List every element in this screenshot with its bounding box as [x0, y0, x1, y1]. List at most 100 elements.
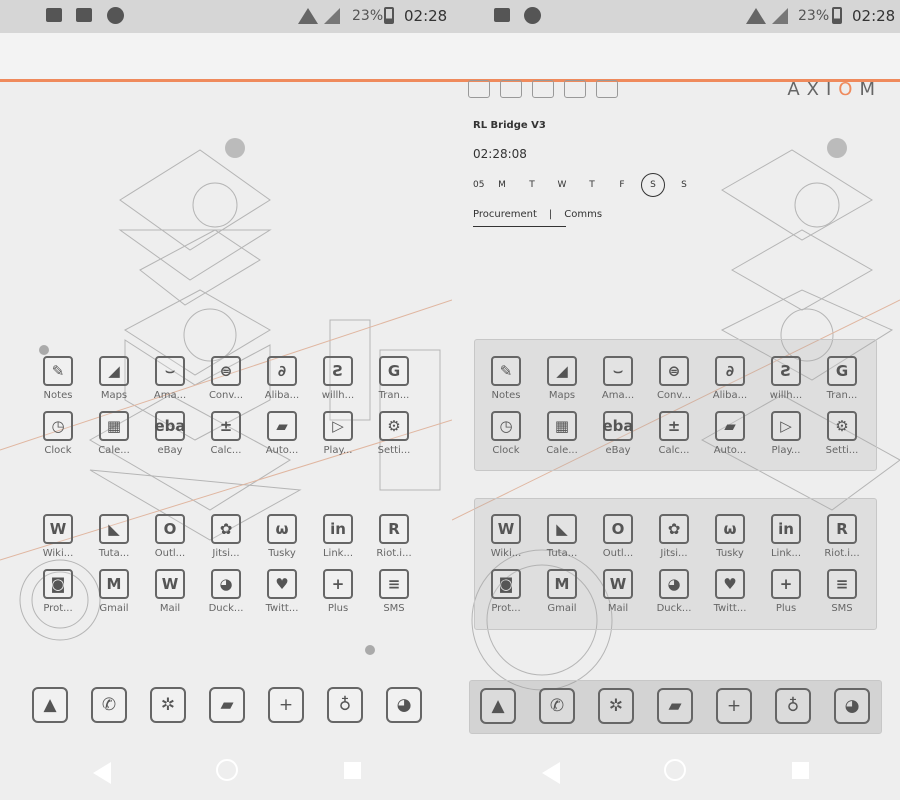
gallery-icon[interactable]: ▲: [480, 688, 516, 724]
status-bar: 23% 02:28: [0, 0, 452, 33]
app-shortcut[interactable]: ✎ Notes: [478, 356, 534, 401]
app-shortcut[interactable]: ✎ Notes: [30, 356, 86, 401]
app-label: Play...: [771, 445, 801, 456]
duckduckgo-icon[interactable]: ◕: [834, 688, 870, 724]
app-shortcut[interactable]: ◙ Prot...: [478, 569, 534, 614]
app-shortcut[interactable]: M Gmail: [534, 569, 590, 614]
app-shortcut[interactable]: ⊜ Conv...: [646, 356, 702, 401]
app-shortcut[interactable]: ω Tusky: [254, 514, 310, 559]
weekday-5[interactable]: S: [641, 173, 665, 197]
back-button[interactable]: [542, 762, 560, 784]
recents-button[interactable]: [344, 762, 361, 779]
weekday-4[interactable]: F: [607, 180, 637, 190]
app-label: Tran...: [378, 390, 410, 401]
app-shortcut[interactable]: ∂ Aliba...: [702, 356, 758, 401]
app-shortcut[interactable]: ± Calc...: [646, 411, 702, 456]
app-shortcut[interactable]: + Plus: [758, 569, 814, 614]
gallery-icon[interactable]: ▲: [32, 687, 68, 723]
weekday-2[interactable]: W: [547, 180, 577, 190]
app-shortcut[interactable]: G Tran...: [366, 356, 422, 401]
recents-button[interactable]: [792, 762, 809, 779]
app-shortcut[interactable]: ◕ Duck...: [646, 569, 702, 614]
app-label: Riot.i...: [824, 548, 860, 559]
app-shortcut[interactable]: eba eBay: [590, 411, 646, 456]
app-shortcut[interactable]: ◣ Tuta...: [86, 514, 142, 559]
home-button[interactable]: [664, 759, 686, 781]
link-comms[interactable]: Comms: [564, 209, 602, 220]
gallery-notification-icon: [76, 8, 92, 22]
app-shortcut[interactable]: M Gmail: [86, 569, 142, 614]
camera-icon: [596, 80, 618, 98]
link-procurement[interactable]: Procurement: [473, 209, 537, 220]
app-shortcut[interactable]: ◙ Prot...: [30, 569, 86, 614]
app-shortcut[interactable]: ± Calc...: [198, 411, 254, 456]
app-shortcut[interactable]: ✿ Jitsi...: [646, 514, 702, 559]
app-shortcut[interactable]: ▦ Cale...: [534, 411, 590, 456]
home-button[interactable]: [216, 759, 238, 781]
app-shortcut[interactable]: ♥ Twitt...: [702, 569, 758, 614]
phone-icon[interactable]: ✆: [539, 688, 575, 724]
app-label: Calc...: [658, 445, 690, 456]
app-shortcut[interactable]: ≡ SMS: [366, 569, 422, 614]
app-shortcut[interactable]: O Outl...: [590, 514, 646, 559]
app-shortcut[interactable]: ◣ Tuta...: [534, 514, 590, 559]
app-shortcut[interactable]: ⚙ Setti...: [366, 411, 422, 456]
microphone-icon[interactable]: ♁: [775, 688, 811, 724]
back-button[interactable]: [93, 762, 111, 784]
app-shortcut[interactable]: ⊜ Conv...: [198, 356, 254, 401]
app-shortcut[interactable]: W Mail: [142, 569, 198, 614]
widget-clock: 02:28:08: [473, 147, 527, 161]
app-shortcut[interactable]: ▰ Auto...: [702, 411, 758, 456]
weekday-3[interactable]: T: [577, 180, 607, 190]
app-shortcut[interactable]: Ƨwillh...: [758, 356, 814, 401]
app-shortcut[interactable]: ⚙ Setti...: [814, 411, 870, 456]
widget-underline: [473, 226, 566, 227]
app-shortcut[interactable]: ω Tusky: [702, 514, 758, 559]
weekday-0[interactable]: M: [487, 180, 517, 190]
app-shortcut[interactable]: ⌣ Ama...: [590, 356, 646, 401]
weekday-1[interactable]: T: [517, 180, 547, 190]
app-shortcut[interactable]: ⌣ Ama...: [142, 356, 198, 401]
files-icon[interactable]: ▰: [657, 688, 693, 724]
app-shortcut[interactable]: ♥ Twitt...: [254, 569, 310, 614]
app-shortcut[interactable]: R Riot.i...: [814, 514, 870, 559]
signal-icon[interactable]: +: [716, 688, 752, 724]
app-shortcut[interactable]: ◢ Maps: [534, 356, 590, 401]
app-shortcut[interactable]: W Wiki...: [30, 514, 86, 559]
app-shortcut[interactable]: ≡ SMS: [814, 569, 870, 614]
app-shortcut[interactable]: ✿ Jitsi...: [198, 514, 254, 559]
microphone-icon[interactable]: ♁: [327, 687, 363, 723]
app-label: Wiki...: [490, 548, 522, 559]
app-shortcut[interactable]: + Plus: [310, 569, 366, 614]
app-shortcut[interactable]: ▰ Auto...: [254, 411, 310, 456]
weekday-6[interactable]: S: [669, 180, 699, 190]
app-shortcut[interactable]: R Riot.i...: [366, 514, 422, 559]
plus-messenger-icon: +: [323, 569, 353, 599]
phone-notification-icon: [524, 7, 541, 24]
network-icon[interactable]: ✲: [598, 688, 634, 724]
app-shortcut[interactable]: ◷ Clock: [30, 411, 86, 456]
app-shortcut[interactable]: G Tran...: [814, 356, 870, 401]
signal-icon[interactable]: +: [268, 687, 304, 723]
duckduckgo-icon[interactable]: ◕: [386, 687, 422, 723]
app-shortcut[interactable]: ▷ Play...: [310, 411, 366, 456]
app-shortcut[interactable]: ◷ Clock: [478, 411, 534, 456]
app-shortcut[interactable]: ▷ Play...: [758, 411, 814, 456]
network-icon[interactable]: ✲: [150, 687, 186, 723]
app-shortcut[interactable]: eba eBay: [142, 411, 198, 456]
calendar-icon: ▦: [99, 411, 129, 441]
app-shortcut[interactable]: in Link...: [758, 514, 814, 559]
top-search-bar[interactable]: [0, 33, 452, 82]
app-shortcut[interactable]: in Link...: [310, 514, 366, 559]
app-shortcut[interactable]: Ƨwillh...: [310, 356, 366, 401]
files-icon[interactable]: ▰: [209, 687, 245, 723]
app-shortcut[interactable]: ◕ Duck...: [198, 569, 254, 614]
app-shortcut[interactable]: ▦ Cale...: [86, 411, 142, 456]
app-shortcut[interactable]: O Outl...: [142, 514, 198, 559]
app-shortcut[interactable]: ∂ Aliba...: [254, 356, 310, 401]
phone-icon[interactable]: ✆: [91, 687, 127, 723]
app-label: Cale...: [98, 445, 130, 456]
app-shortcut[interactable]: ◢ Maps: [86, 356, 142, 401]
app-shortcut[interactable]: W Wiki...: [478, 514, 534, 559]
app-shortcut[interactable]: W Mail: [590, 569, 646, 614]
